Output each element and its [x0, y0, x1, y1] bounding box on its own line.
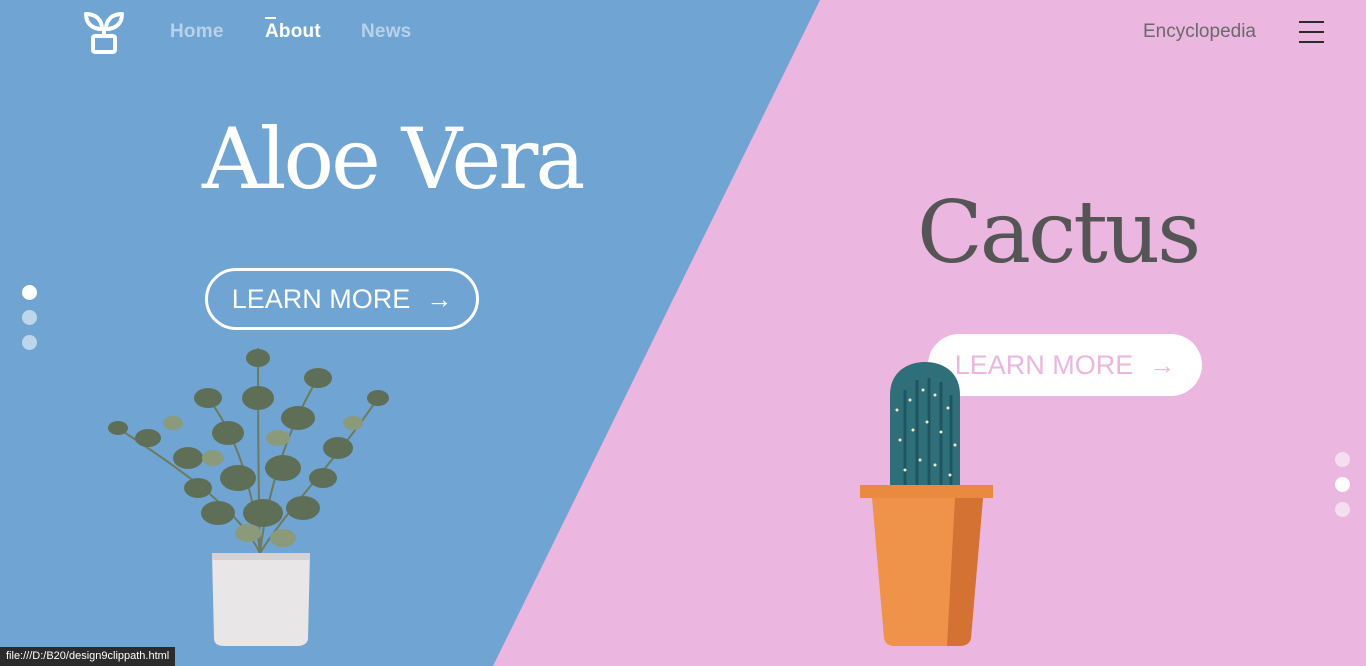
left-pagination-dot-1[interactable] [22, 285, 37, 300]
active-nav-indicator [265, 17, 276, 19]
learn-more-aloe-label: LEARN MORE [231, 283, 411, 314]
encyclopedia-link[interactable]: Encyclopedia [1143, 21, 1256, 43]
aloe-vera-title: Aloe Vera [202, 110, 585, 208]
learn-more-aloe-button[interactable]: LEARN MORE → [205, 268, 479, 330]
left-pagination-dot-3[interactable] [22, 335, 37, 350]
hamburger-menu-icon[interactable] [1299, 21, 1324, 43]
cactus-plant-image [860, 362, 993, 646]
arrow-right-icon: → [1149, 350, 1176, 380]
right-pagination-dot-1[interactable] [1335, 452, 1350, 467]
nav-home-link[interactable]: Home [170, 21, 224, 43]
right-pagination-dot-2[interactable] [1335, 477, 1350, 492]
browser-status-url: file:///D:/B20/design9clippath.html [0, 647, 176, 666]
right-pagination-dot-3[interactable] [1335, 502, 1350, 517]
nav-news-link[interactable]: News [361, 21, 411, 43]
eucalyptus-plant-image [108, 347, 389, 646]
cactus-title: Cactus [917, 183, 1201, 283]
left-pagination-dot-2[interactable] [22, 310, 37, 325]
plant-logo-icon[interactable] [83, 11, 125, 55]
nav-about-link[interactable]: About [265, 21, 321, 43]
arrow-right-icon: → [426, 284, 453, 314]
